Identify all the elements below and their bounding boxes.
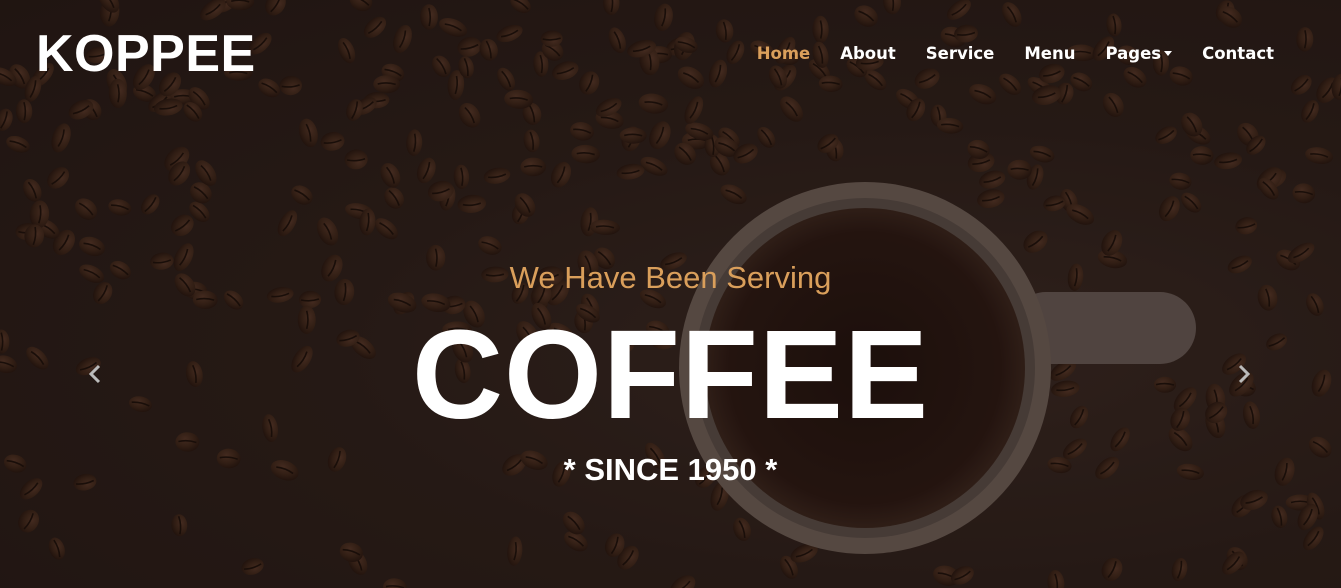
carousel-next-button[interactable] — [1231, 362, 1255, 386]
hero-tagline: * SINCE 1950 * — [563, 452, 778, 487]
chevron-left-icon — [88, 364, 101, 384]
hero-subtitle: We Have Been Serving — [509, 260, 832, 295]
hero-title: COFFEE — [411, 304, 929, 445]
carousel-prev-button[interactable] — [84, 362, 108, 386]
chevron-right-icon — [1238, 364, 1251, 384]
hero-caption: We Have Been Serving COFFEE * SINCE 1950… — [0, 0, 1341, 588]
